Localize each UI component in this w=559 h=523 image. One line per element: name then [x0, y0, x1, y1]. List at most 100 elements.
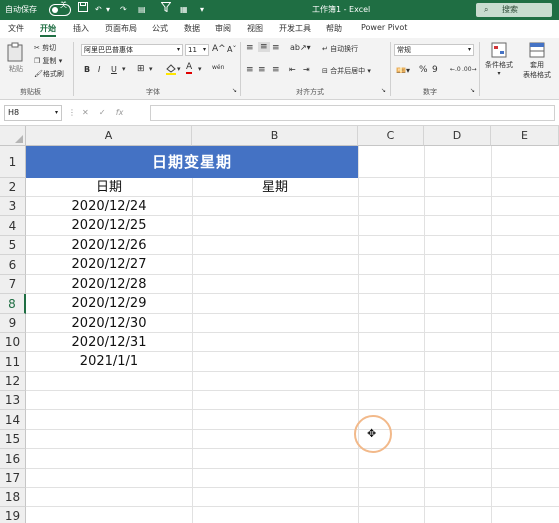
- row-header-16[interactable]: 16: [0, 449, 26, 469]
- orientation-icon[interactable]: ab↗▾: [290, 43, 311, 52]
- number-dialog-launcher-icon[interactable]: ↘: [470, 87, 475, 94]
- date-cell[interactable]: 2020/12/30: [26, 314, 192, 333]
- header-date-cell[interactable]: 日期: [26, 178, 192, 197]
- chart-icon[interactable]: ▤: [138, 0, 146, 20]
- date-cell[interactable]: 2020/12/26: [26, 236, 192, 255]
- weekday-cell[interactable]: [192, 275, 358, 294]
- grid-icon[interactable]: ▦: [180, 0, 188, 20]
- copy-button[interactable]: ❐ 复制 ▾: [34, 56, 62, 66]
- weekday-cell[interactable]: [192, 294, 358, 314]
- tab-file[interactable]: 文件: [8, 23, 24, 34]
- font-color-button[interactable]: A: [186, 62, 193, 74]
- tab-page-layout[interactable]: 页面布局: [105, 23, 137, 34]
- row-header-3[interactable]: 3: [0, 197, 26, 216]
- font-color-dropdown-icon[interactable]: ▾: [198, 65, 202, 73]
- filter-icon[interactable]: [160, 0, 172, 20]
- italic-button[interactable]: I: [98, 65, 100, 74]
- date-cell[interactable]: 2020/12/28: [26, 275, 192, 294]
- insert-function-icon[interactable]: fx: [116, 108, 124, 117]
- column-header-a[interactable]: A: [26, 126, 192, 146]
- fill-dropdown-icon[interactable]: ▾: [177, 65, 181, 73]
- alignment-dialog-launcher-icon[interactable]: ↘: [381, 87, 386, 94]
- row-header-6[interactable]: 6: [0, 255, 26, 275]
- bold-button[interactable]: B: [84, 65, 90, 74]
- align-right-icon[interactable]: ≡: [272, 65, 280, 75]
- tab-insert[interactable]: 插入: [73, 23, 89, 34]
- save-icon[interactable]: [78, 0, 88, 20]
- tab-help[interactable]: 帮助: [326, 23, 342, 34]
- row-header-14[interactable]: 14: [0, 410, 26, 430]
- cut-button[interactable]: ✂ 剪切: [34, 43, 56, 53]
- weekday-cell[interactable]: [192, 197, 358, 216]
- underline-dropdown-icon[interactable]: ▾: [122, 65, 126, 73]
- align-bottom-icon[interactable]: ≡: [272, 43, 280, 53]
- name-box[interactable]: H8 ▾: [4, 105, 62, 121]
- tab-formulas[interactable]: 公式: [152, 23, 168, 34]
- autosave-toggle[interactable]: 关: [49, 1, 71, 16]
- date-cell[interactable]: 2020/12/29: [26, 294, 192, 314]
- weekday-cell[interactable]: [192, 255, 358, 275]
- search-box[interactable]: ⌕ 搜索: [476, 3, 552, 17]
- row-header-4[interactable]: 4: [0, 216, 26, 236]
- number-format-dropdown[interactable]: 常规 ▾: [394, 44, 474, 56]
- percent-button[interactable]: %: [419, 65, 428, 75]
- customize-toolbar-icon[interactable]: ▾: [200, 0, 204, 20]
- increase-indent-icon[interactable]: ⇥: [303, 65, 310, 74]
- column-header-e[interactable]: E: [491, 126, 559, 146]
- tab-developer[interactable]: 开发工具: [279, 23, 311, 34]
- formula-input[interactable]: [150, 105, 555, 121]
- row-header-19[interactable]: 19: [0, 507, 26, 523]
- phonetic-button[interactable]: wén: [212, 64, 224, 71]
- font-dialog-launcher-icon[interactable]: ↘: [232, 87, 237, 94]
- undo-dropdown-icon[interactable]: ▾: [106, 0, 110, 20]
- align-left-icon[interactable]: ≡: [246, 65, 254, 75]
- enter-icon[interactable]: ✓: [99, 108, 106, 117]
- select-all-button[interactable]: [0, 126, 26, 146]
- weekday-cell[interactable]: [192, 216, 358, 236]
- weekday-cell[interactable]: [192, 236, 358, 255]
- fill-color-icon[interactable]: [165, 63, 177, 77]
- grow-font-button[interactable]: A^: [212, 44, 226, 54]
- align-middle-icon[interactable]: ≡: [258, 42, 270, 52]
- more-options-icon[interactable]: ⋮: [68, 108, 76, 117]
- column-header-d[interactable]: D: [424, 126, 491, 146]
- header-weekday-cell[interactable]: 星期: [192, 178, 358, 197]
- row-header-17[interactable]: 17: [0, 469, 26, 488]
- date-cell[interactable]: 2020/12/31: [26, 333, 192, 352]
- align-top-icon[interactable]: ≡: [246, 43, 254, 53]
- decrease-indent-icon[interactable]: ⇤: [289, 65, 296, 74]
- weekday-cell[interactable]: [192, 333, 358, 352]
- tab-power-pivot[interactable]: Power Pivot: [361, 23, 407, 32]
- tab-review[interactable]: 审阅: [215, 23, 231, 34]
- increase-decimal-icon[interactable]: ←.0: [450, 66, 461, 73]
- row-header-8[interactable]: 8: [0, 294, 26, 314]
- format-as-table-button[interactable]: 套用 表格格式: [518, 42, 556, 80]
- tab-view[interactable]: 视图: [247, 23, 263, 34]
- underline-button[interactable]: U: [111, 65, 117, 74]
- date-cell[interactable]: 2021/1/1: [26, 352, 192, 372]
- row-header-1[interactable]: 1: [0, 146, 26, 178]
- row-header-18[interactable]: 18: [0, 488, 26, 507]
- date-cell[interactable]: 2020/12/25: [26, 216, 192, 236]
- column-header-b[interactable]: B: [192, 126, 358, 146]
- row-header-7[interactable]: 7: [0, 275, 26, 294]
- row-header-12[interactable]: 12: [0, 372, 26, 391]
- font-size-dropdown[interactable]: 11 ▾: [185, 44, 209, 56]
- border-icon[interactable]: ⊞: [137, 64, 145, 74]
- format-painter-button[interactable]: 🖌格式刷: [34, 69, 64, 79]
- decrease-decimal-icon[interactable]: .00→: [462, 66, 477, 73]
- undo-icon[interactable]: ↶: [95, 0, 102, 20]
- title-cell[interactable]: 日期变星期: [26, 146, 358, 178]
- row-header-9[interactable]: 9: [0, 314, 26, 333]
- wrap-text-button[interactable]: ↵ 自动换行: [322, 44, 358, 54]
- weekday-cell[interactable]: [192, 314, 358, 333]
- row-header-10[interactable]: 10: [0, 333, 26, 352]
- worksheet-grid[interactable]: A B C D E 1 2 3 4 5 6 7 8 9 10 11 12 13 14 15 16 17 18 19 …: [0, 126, 559, 523]
- merge-center-button[interactable]: ⊟ 合并后居中 ▾: [322, 66, 371, 76]
- column-header-c[interactable]: C: [358, 126, 424, 146]
- comma-button[interactable]: 9: [432, 65, 438, 75]
- row-header-11[interactable]: 11: [0, 352, 26, 372]
- date-cell[interactable]: 2020/12/24: [26, 197, 192, 216]
- cancel-icon[interactable]: ✕: [82, 108, 89, 117]
- shrink-font-button[interactable]: Aˇ: [227, 45, 236, 54]
